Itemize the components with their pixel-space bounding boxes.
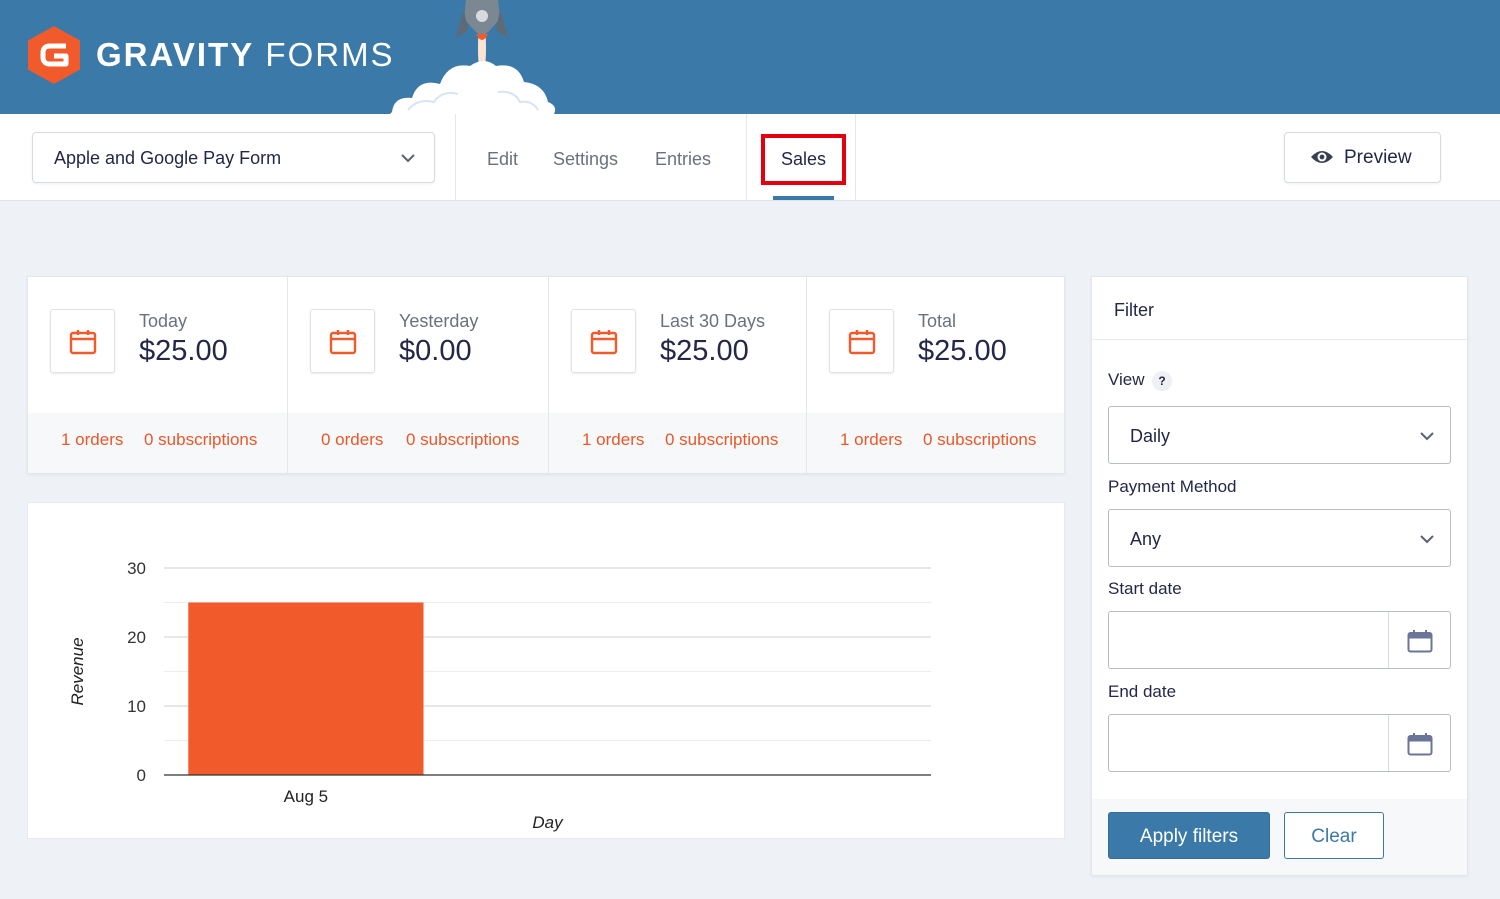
chevron-down-icon xyxy=(1420,432,1434,441)
brand-wordmark: GRAVITY FORMS xyxy=(96,36,395,74)
gravity-forms-logo-icon[interactable] xyxy=(26,25,82,85)
toolbar-divider xyxy=(746,114,747,201)
view-select[interactable]: Daily xyxy=(1108,406,1451,464)
stat-subscriptions-link[interactable]: 0 subscriptions xyxy=(665,430,778,450)
stat-icon-box xyxy=(310,309,375,373)
stat-card-footer: 1 orders 0 subscriptions xyxy=(549,413,806,473)
brand-word-forms: FORMS xyxy=(265,36,395,73)
stat-orders-link[interactable]: 0 orders xyxy=(321,430,383,450)
payment-method-select[interactable]: Any xyxy=(1108,509,1451,567)
form-selector-value: Apple and Google Pay Form xyxy=(54,148,282,168)
active-tab-indicator xyxy=(773,196,834,200)
start-date-label: Start date xyxy=(1108,579,1182,598)
start-date-picker-button[interactable] xyxy=(1388,612,1450,668)
stat-orders-link[interactable]: 1 orders xyxy=(840,430,902,450)
brand-word-gravity: GRAVITY xyxy=(96,36,255,73)
filter-header: Filter xyxy=(1092,277,1467,340)
stat-label: Today xyxy=(139,311,188,331)
help-icon[interactable]: ? xyxy=(1152,371,1172,391)
payment-method-value: Any xyxy=(1130,529,1162,549)
stat-card-total: Total $25.00 1 orders 0 subscriptions xyxy=(806,277,1064,473)
calendar-icon xyxy=(69,330,97,355)
chart-x-tick-label: Aug 5 xyxy=(284,787,328,806)
form-selector-dropdown[interactable]: Apple and Google Pay Form xyxy=(32,132,435,183)
stat-card-footer: 1 orders 0 subscriptions xyxy=(28,413,287,473)
chart-x-axis-title: Day xyxy=(532,813,564,832)
stat-icon-box xyxy=(50,309,115,373)
tab-settings[interactable]: Settings xyxy=(553,149,618,170)
chart-y-tick-label: 0 xyxy=(137,766,146,785)
stat-amount: $0.00 xyxy=(399,335,472,367)
tab-entries[interactable]: Entries xyxy=(655,149,711,170)
calendar-icon xyxy=(1407,733,1433,756)
preview-button-label: Preview xyxy=(1344,147,1412,168)
toolbar-divider xyxy=(855,114,856,201)
chart-y-axis-title: Revenue xyxy=(68,637,87,705)
tab-sales[interactable]: Sales xyxy=(761,134,846,185)
stat-orders-link[interactable]: 1 orders xyxy=(582,430,644,450)
eye-icon xyxy=(1311,151,1333,163)
sales-summary-cards: Today $25.00 1 orders 0 subscriptions Ye… xyxy=(27,276,1065,474)
stat-amount: $25.00 xyxy=(660,335,749,367)
chart-y-tick-label: 20 xyxy=(127,628,146,647)
stat-icon-box xyxy=(571,309,636,373)
chevron-down-icon xyxy=(1420,535,1434,544)
end-date-field xyxy=(1108,714,1451,772)
view-select-value: Daily xyxy=(1130,426,1171,446)
stat-amount: $25.00 xyxy=(139,335,228,367)
stat-label: Yesterday xyxy=(399,311,479,331)
tab-edit[interactable]: Edit xyxy=(487,149,518,170)
stat-card-footer: 1 orders 0 subscriptions xyxy=(807,413,1064,473)
chevron-down-icon xyxy=(401,154,415,163)
calendar-icon xyxy=(848,330,876,355)
stat-label: Last 30 Days xyxy=(660,311,766,331)
chart-y-tick-label: 10 xyxy=(127,697,146,716)
rocket-illustration-icon xyxy=(390,0,556,114)
apply-filters-button[interactable]: Apply filters xyxy=(1108,812,1270,859)
start-date-input[interactable] xyxy=(1109,612,1389,668)
toolbar-divider xyxy=(455,114,456,201)
end-date-label: End date xyxy=(1108,682,1177,701)
start-date-field xyxy=(1108,611,1451,669)
tab-sales-label: Sales xyxy=(780,149,827,169)
end-date-picker-button[interactable] xyxy=(1388,715,1450,771)
clear-button[interactable]: Clear xyxy=(1284,812,1384,859)
revenue-bar-chart: 0 10 20 30 Aug 5 Day Revenue xyxy=(68,559,931,832)
stat-card-today: Today $25.00 1 orders 0 subscriptions xyxy=(28,277,287,473)
end-date-input[interactable] xyxy=(1109,715,1389,771)
chart-bar xyxy=(188,602,424,775)
stat-amount: $25.00 xyxy=(918,335,1007,367)
stat-orders-link[interactable]: 1 orders xyxy=(61,430,123,450)
preview-button[interactable]: Preview xyxy=(1284,132,1441,183)
apply-filters-label: Apply filters xyxy=(1139,826,1239,847)
revenue-chart-panel: 0 10 20 30 Aug 5 Day Revenue xyxy=(27,502,1065,839)
view-label: View xyxy=(1108,370,1145,389)
filter-title: Filter xyxy=(1114,300,1154,320)
filter-actions: Apply filters Clear xyxy=(1092,799,1467,875)
form-toolbar: Apple and Google Pay Form Edit Settings … xyxy=(0,114,1500,201)
calendar-icon xyxy=(1407,630,1433,653)
header-bar: GRAVITY FORMS xyxy=(0,0,1500,114)
stat-subscriptions-link[interactable]: 0 subscriptions xyxy=(406,430,519,450)
calendar-icon xyxy=(590,330,618,355)
chart-y-tick-label: 30 xyxy=(127,559,146,578)
stat-label: Total xyxy=(918,311,957,331)
stat-subscriptions-link[interactable]: 0 subscriptions xyxy=(144,430,257,450)
stat-subscriptions-link[interactable]: 0 subscriptions xyxy=(923,430,1036,450)
stat-card-yesterday: Yesterday $0.00 0 orders 0 subscriptions xyxy=(287,277,548,473)
stat-card-last-30-days: Last 30 Days $25.00 1 orders 0 subscript… xyxy=(548,277,806,473)
stat-card-footer: 0 orders 0 subscriptions xyxy=(288,413,548,473)
stat-icon-box xyxy=(829,309,894,373)
clear-button-label: Clear xyxy=(1311,826,1357,847)
filter-panel: Filter View ? Daily Payment Method Any S… xyxy=(1091,276,1468,876)
payment-method-label: Payment Method xyxy=(1108,477,1237,496)
calendar-icon xyxy=(329,330,357,355)
